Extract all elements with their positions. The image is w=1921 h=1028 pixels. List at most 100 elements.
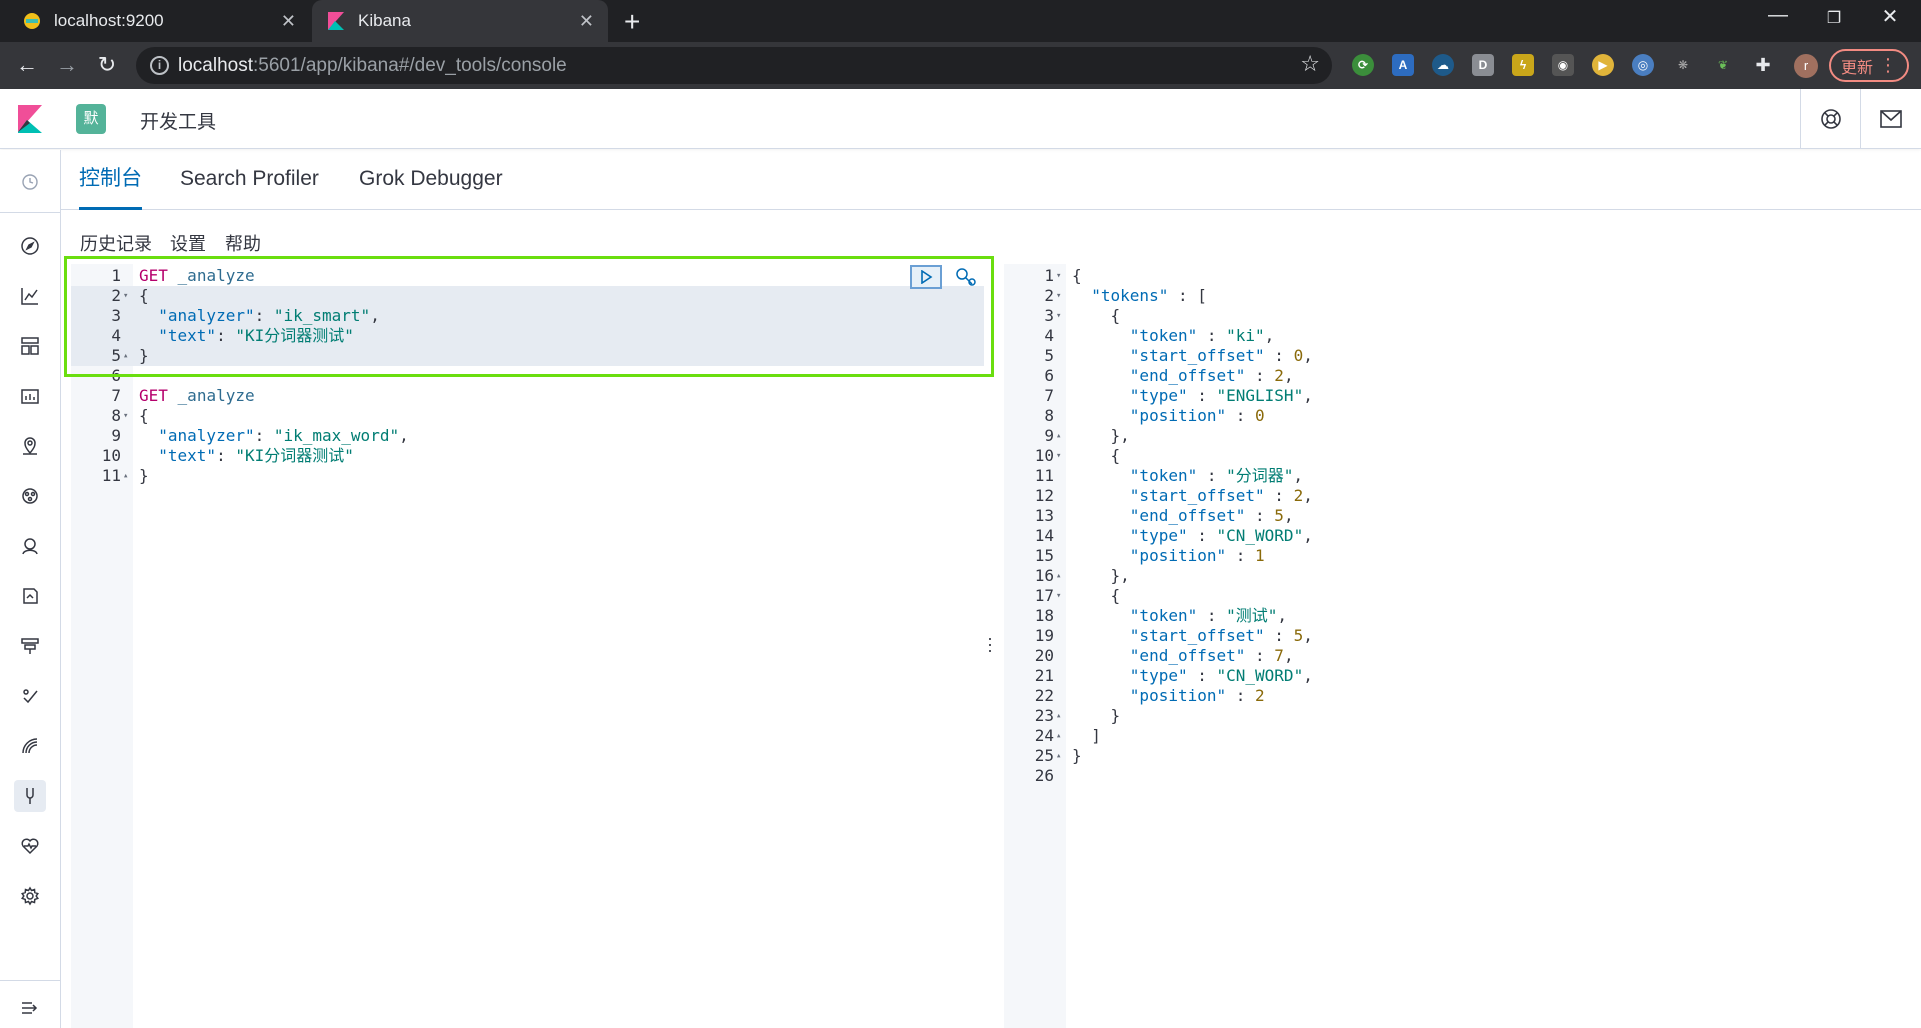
code-line[interactable]: 7 "type" : "ENGLISH", (1004, 386, 1916, 406)
code-line[interactable]: 25 ▴} (1004, 746, 1916, 766)
code-line[interactable]: 10 ▾ { (1004, 446, 1916, 466)
restore-window-icon[interactable]: ❐ (1806, 8, 1862, 28)
monitoring-icon[interactable] (14, 830, 46, 862)
cloud-ext-icon[interactable]: ☁ (1432, 54, 1454, 76)
code-line[interactable]: 26 (1004, 766, 1916, 786)
wrench-settings-icon[interactable] (950, 265, 982, 289)
puzzle-icon[interactable]: ✚ (1752, 54, 1774, 76)
code-line[interactable]: 2 ▾ "tokens" : [ (1004, 286, 1916, 306)
collapse-icon[interactable] (14, 992, 46, 1024)
fold-close-icon[interactable]: ▴ (1056, 566, 1061, 586)
code-line[interactable]: 11 "token" : "分词器", (1004, 466, 1916, 486)
kibana-logo-icon[interactable] (16, 105, 44, 133)
code-line[interactable]: 1 ▾ { (1004, 266, 1916, 286)
reload-icon[interactable]: ↻ (92, 50, 122, 80)
code-line[interactable]: 4 "token" : "ki", (1004, 326, 1916, 346)
management-icon[interactable] (14, 880, 46, 912)
siem-icon[interactable] (14, 580, 46, 612)
fold-close-icon[interactable]: ▴ (123, 466, 128, 486)
bookmark-star-icon[interactable]: ☆ (1300, 51, 1320, 77)
code-line[interactable]: 10 "text": "KI分词器测试" (71, 446, 984, 466)
fold-open-icon[interactable]: ▾ (1056, 586, 1061, 606)
sync-ext-icon[interactable]: ⟳ (1352, 54, 1374, 76)
code-line[interactable]: 9 "analyzer": "ik_max_word", (71, 426, 984, 446)
leaf-ext-icon[interactable]: ❦ (1712, 54, 1734, 76)
response-scrollbar[interactable] (1904, 256, 1916, 1028)
code-line[interactable]: 19 "start_offset" : 5, (1004, 626, 1916, 646)
code-line[interactable]: 21 "type" : "CN_WORD", (1004, 666, 1916, 686)
fold-open-icon[interactable]: ▾ (1056, 286, 1061, 306)
metrics-icon[interactable] (14, 730, 46, 762)
close-window-icon[interactable]: ✕ (1862, 4, 1918, 29)
fold-open-icon[interactable]: ▾ (123, 406, 128, 426)
browser-tab-elasticsearch[interactable]: localhost:9200 ✕ (8, 0, 310, 42)
newsfeed-mail-icon[interactable] (1860, 89, 1920, 149)
code-line[interactable]: 8 "position" : 0 (1004, 406, 1916, 426)
space-avatar[interactable]: 默 (76, 104, 106, 134)
fold-close-icon[interactable]: ▴ (1056, 706, 1061, 726)
clock-icon[interactable] (14, 166, 46, 198)
code-line[interactable]: 11 ▴} (71, 466, 984, 486)
code-line[interactable]: 20 "end_offset" : 7, (1004, 646, 1916, 666)
menu-history[interactable]: 历史记录 (80, 230, 152, 256)
fold-close-icon[interactable]: ▴ (1056, 726, 1061, 746)
visualize-icon[interactable] (14, 280, 46, 312)
devtools-icon[interactable] (14, 780, 46, 812)
code-line[interactable]: 14 "type" : "CN_WORD", (1004, 526, 1916, 546)
forward-icon[interactable]: → (52, 50, 82, 80)
code-line[interactable]: 22 "position" : 2 (1004, 686, 1916, 706)
code-line[interactable]: 23 ▴ } (1004, 706, 1916, 726)
play-ext-icon[interactable]: ▶ (1592, 54, 1614, 76)
fold-open-icon[interactable]: ▾ (1056, 306, 1061, 326)
close-tab-icon[interactable]: ✕ (579, 11, 594, 32)
tab-grok-debugger[interactable]: Grok Debugger (359, 150, 503, 210)
fold-close-icon[interactable]: ▴ (1056, 746, 1061, 766)
menu-help[interactable]: 帮助 (225, 230, 261, 256)
request-editor[interactable]: 1 GET _analyze 2 ▾{3 "analyzer": "ik_smart"… (71, 264, 984, 1028)
minimize-window-icon[interactable]: — (1750, 4, 1806, 27)
code-line[interactable]: 5 "start_offset" : 0, (1004, 346, 1916, 366)
dashboard-icon[interactable] (14, 330, 46, 362)
maps-icon[interactable] (14, 430, 46, 462)
fold-close-icon[interactable]: ▴ (1056, 426, 1061, 446)
menu-settings[interactable]: 设置 (170, 230, 206, 256)
apm-icon[interactable] (14, 630, 46, 662)
code-line[interactable]: 6 "end_offset" : 2, (1004, 366, 1916, 386)
logs-icon[interactable] (14, 680, 46, 712)
code-line[interactable]: 18 "token" : "测试", (1004, 606, 1916, 626)
discover-icon[interactable] (14, 230, 46, 262)
code-line[interactable]: 9 ▴ }, (1004, 426, 1916, 446)
tab-search-profiler[interactable]: Search Profiler (180, 150, 319, 210)
site-info-icon[interactable]: i (150, 56, 169, 75)
translate-ext-icon[interactable]: A (1392, 54, 1414, 76)
update-button[interactable]: 更新 ⋮ (1829, 49, 1909, 82)
ml-icon[interactable] (14, 480, 46, 512)
fold-open-icon[interactable]: ▾ (1056, 446, 1061, 466)
canvas-icon[interactable] (14, 380, 46, 412)
tab-console[interactable]: 控制台 (79, 150, 142, 210)
code-line[interactable]: 16 ▴ }, (1004, 566, 1916, 586)
run-request-button[interactable] (910, 265, 942, 289)
resizer-handle-icon[interactable]: · · · (987, 629, 993, 659)
pikachu-ext-icon[interactable]: ϟ (1512, 54, 1534, 76)
uptime-icon[interactable] (14, 530, 46, 562)
code-line[interactable]: 15 "position" : 1 (1004, 546, 1916, 566)
close-tab-icon[interactable]: ✕ (281, 11, 296, 32)
code-line[interactable]: 24 ▴ ] (1004, 726, 1916, 746)
paw-ext-icon[interactable]: ❋ (1672, 54, 1694, 76)
browser-tab-kibana[interactable]: Kibana ✕ (312, 0, 608, 42)
code-line[interactable]: 3 ▾ { (1004, 306, 1916, 326)
code-line[interactable]: 12 "start_offset" : 2, (1004, 486, 1916, 506)
new-tab-icon[interactable]: + (624, 6, 640, 38)
profile-avatar[interactable]: r (1794, 54, 1818, 78)
code-line[interactable]: 8 ▾ { (71, 406, 984, 426)
tamper-ext-icon[interactable]: ◎ (1632, 54, 1654, 76)
address-bar[interactable]: i localhost:5601/app/kibana#/dev_tools/c… (136, 47, 1332, 84)
owl-ext-icon[interactable]: ◉ (1552, 54, 1574, 76)
help-icon[interactable] (1800, 89, 1860, 149)
fold-open-icon[interactable]: ▾ (1056, 266, 1061, 286)
back-icon[interactable]: ← (12, 50, 42, 80)
code-line[interactable]: 7 GET _analyze (71, 386, 984, 406)
code-line[interactable]: 17 ▾ { (1004, 586, 1916, 606)
d-ext-icon[interactable]: D (1472, 54, 1494, 76)
